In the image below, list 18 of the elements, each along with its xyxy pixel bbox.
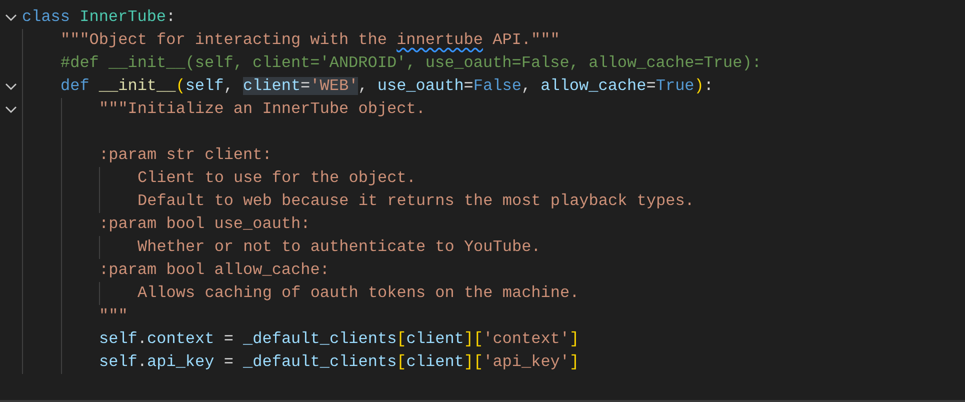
code-line: """ (99, 306, 128, 327)
code-line: #def __init__(self, client='ANDROID', use_oauth=False, allow_cache=True): (60, 53, 762, 74)
code-line: def __init__(self, client='WEB', use_oauth=False, allow_cache=True): (60, 76, 714, 97)
code-line: :param bool allow_cache: (99, 260, 330, 281)
code-line: :param bool use_oauth: (99, 214, 310, 235)
code-line: Allows caching of oauth tokens on the machine. (138, 283, 580, 304)
code-line: Whether or not to authenticate to YouTube. (138, 237, 541, 258)
code-line: class InnerTube: (22, 7, 176, 28)
chevron-down-icon[interactable] (5, 106, 17, 114)
code-line: Client to use for the object. (138, 168, 416, 189)
chevron-down-icon[interactable] (5, 14, 17, 22)
code-line: :param str client: (99, 145, 272, 166)
chevron-down-icon[interactable] (5, 82, 17, 90)
code-line: self.api_key = _default_clients[client]['api_key'] (99, 352, 580, 373)
code-line: """Initialize an InnerTube object. (99, 99, 426, 120)
code-line: Default to web because it returns the most playback types. (138, 191, 694, 212)
code-line: """Object for interacting with the innertube API.""" (60, 30, 560, 51)
code-line: self.context = _default_clients[client]['context'] (99, 329, 580, 350)
